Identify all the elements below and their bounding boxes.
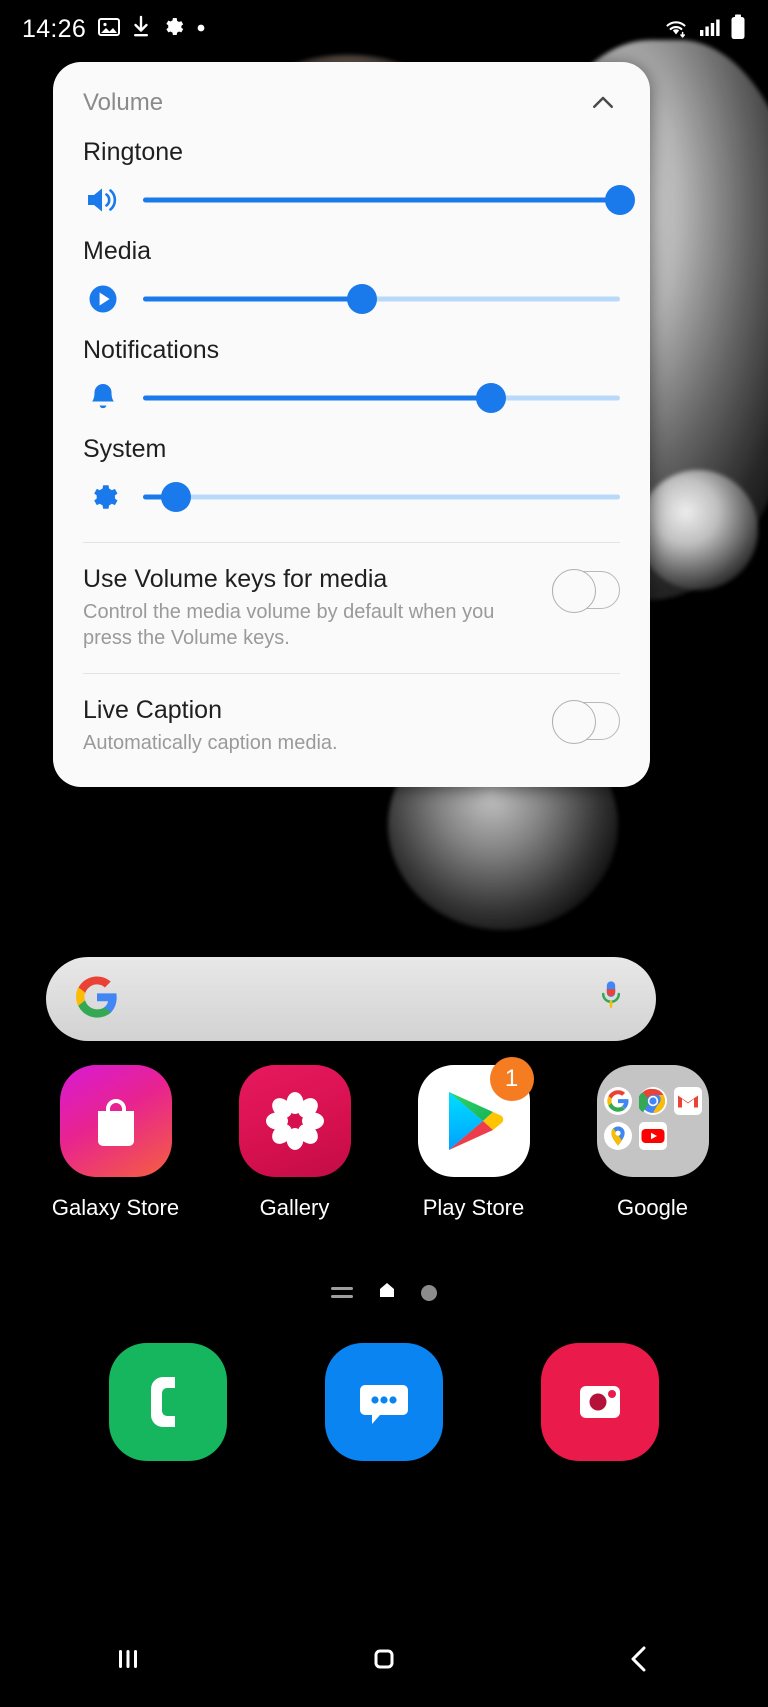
volume-slider-ringtone[interactable] <box>143 185 635 215</box>
app-play-store[interactable]: 1 Play Store <box>399 1057 549 1221</box>
app-galaxy-store[interactable]: Galaxy Store <box>41 1065 191 1221</box>
play-circle-icon <box>83 279 123 319</box>
slider-label-ringtone: Ringtone <box>83 138 184 166</box>
google-g-icon <box>603 1087 632 1120</box>
notification-badge: 1 <box>489 1057 534 1101</box>
option-live-caption[interactable]: Live Caption Automatically caption media… <box>53 674 650 787</box>
cellular-signal-icon <box>698 15 722 44</box>
dock <box>0 1343 768 1461</box>
home-page-icon[interactable] <box>377 1280 397 1305</box>
status-bar-clock: 14:26 <box>22 14 87 43</box>
play-triangle-icon: 1 <box>417 1057 534 1177</box>
youtube-icon <box>638 1122 667 1155</box>
app-grid: Galaxy Store Gallery 1 Play Store Google <box>0 1057 768 1221</box>
home-square-icon[interactable] <box>324 1624 444 1694</box>
phone-screen: 14:26 Volume Ringtone Media Notification… <box>0 0 768 1707</box>
shopping-bag-icon <box>59 1065 172 1177</box>
gear-icon <box>83 477 123 517</box>
battery-icon <box>730 14 746 45</box>
image-icon <box>97 15 121 44</box>
volume-slider-notifications[interactable] <box>143 383 620 413</box>
toggle-live-caption[interactable] <box>552 700 620 745</box>
toggle-use-volume-keys-for-media[interactable] <box>552 569 620 613</box>
page-indicator <box>0 1280 768 1305</box>
app-label: Galaxy Store <box>51 1195 180 1220</box>
dot-icon <box>196 20 206 38</box>
panel-title: Volume <box>83 89 164 116</box>
app-camera[interactable] <box>541 1343 659 1461</box>
apps-list-icon[interactable] <box>331 1287 353 1298</box>
volume-slider-system[interactable] <box>143 482 620 512</box>
folder-icon <box>596 1065 709 1177</box>
app-gallery[interactable]: Gallery <box>220 1065 370 1221</box>
download-icon <box>132 15 150 44</box>
slider-label-media: Media <box>83 237 152 265</box>
google-g-icon <box>76 975 118 1023</box>
search-input[interactable] <box>118 957 596 1041</box>
volume-slider-media[interactable] <box>143 284 620 314</box>
option-title: Live Caption <box>83 696 222 725</box>
app-label: Gallery <box>259 1195 330 1220</box>
wifi-icon <box>662 15 690 44</box>
navigation-bar <box>0 1611 768 1707</box>
slider-label-notifications: Notifications <box>83 336 220 364</box>
app-messages[interactable] <box>325 1343 443 1461</box>
slider-row-system: System <box>83 435 620 524</box>
volume-panel-header: Volume <box>53 62 650 126</box>
volume-sliders: Ringtone Media Notifications System <box>53 126 650 524</box>
app-label: Google <box>617 1195 688 1220</box>
maps-icon <box>603 1122 632 1155</box>
settings-gear-icon <box>161 15 185 44</box>
app-label: Play Store <box>422 1195 525 1220</box>
volume-panel: Volume Ringtone Media Notifications Syst… <box>53 62 650 787</box>
speaker-icon <box>83 180 123 220</box>
slider-label-system: System <box>83 435 167 463</box>
gmail-icon <box>673 1087 702 1120</box>
recents-bars-icon[interactable] <box>68 1624 188 1694</box>
option-title: Use Volume keys for media <box>83 565 388 593</box>
slider-row-ringtone: Ringtone <box>83 138 635 227</box>
slider-row-media: Media <box>83 237 620 326</box>
chevron-up-icon[interactable] <box>586 86 620 120</box>
app-folder-google[interactable]: Google <box>578 1065 728 1221</box>
flower-icon <box>238 1065 351 1177</box>
google-search-bar[interactable] <box>46 957 656 1041</box>
slider-row-notifications: Notifications <box>83 336 620 425</box>
option-subtitle: Control the media volume by default when… <box>83 601 495 649</box>
status-bar: 14:26 <box>0 0 768 58</box>
back-chevron-icon[interactable] <box>580 1624 700 1694</box>
page-dot-icon[interactable] <box>421 1284 437 1301</box>
option-subtitle: Automatically caption media. <box>83 732 338 755</box>
chrome-icon <box>637 1087 667 1120</box>
option-use-volume-keys-for-media[interactable]: Use Volume keys for media Control the me… <box>53 543 650 673</box>
app-phone[interactable] <box>109 1343 227 1461</box>
bell-icon <box>83 378 123 418</box>
microphone-icon[interactable] <box>596 979 626 1020</box>
